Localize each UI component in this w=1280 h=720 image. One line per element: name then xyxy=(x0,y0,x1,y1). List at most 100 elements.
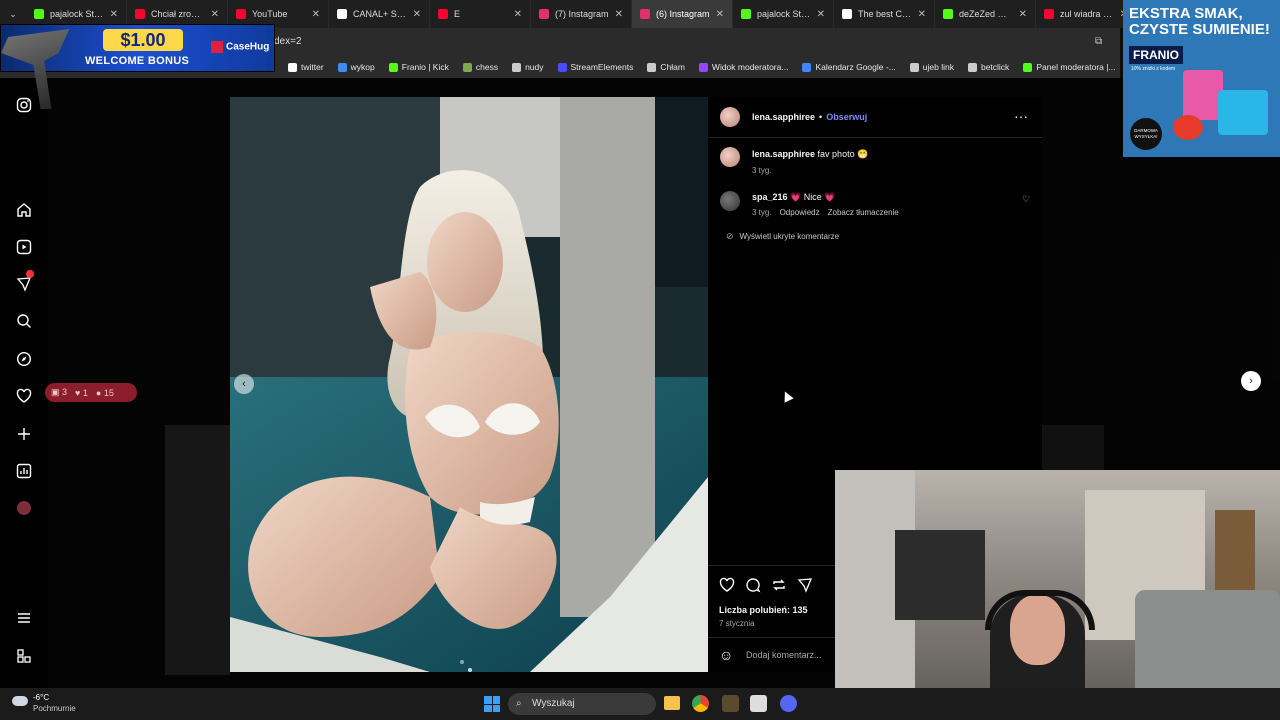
close-tab-icon[interactable]: ✕ xyxy=(615,9,623,20)
tab-4[interactable]: E ✕ xyxy=(430,0,531,28)
author-avatar[interactable] xyxy=(720,107,740,127)
reels-icon[interactable] xyxy=(16,239,32,255)
url-text[interactable]: dex=2 xyxy=(274,36,302,47)
divider xyxy=(708,137,1042,138)
messages-icon[interactable] xyxy=(16,270,34,292)
tab-7[interactable]: pajalock Stream ✕ xyxy=(733,0,834,28)
close-tab-icon[interactable]: ✕ xyxy=(1019,9,1027,20)
youtube-icon xyxy=(236,9,246,19)
share-icon[interactable] xyxy=(797,577,813,593)
tab-8[interactable]: The best Chat ✕ xyxy=(834,0,935,28)
like-icon[interactable] xyxy=(719,577,735,593)
bookmark-3[interactable]: chess xyxy=(462,62,498,72)
globe-icon xyxy=(647,62,657,72)
ad-brand: FRANIO xyxy=(1129,46,1183,64)
folder-icon xyxy=(512,62,522,72)
hidden-comments-link[interactable]: Wyświetl ukryte komentarze xyxy=(740,232,840,241)
tab-6[interactable]: (6) Instagram ✕ xyxy=(632,0,733,28)
likes-count-label[interactable]: Liczba polubień: 135 xyxy=(719,605,808,615)
tab-5[interactable]: (7) Instagram ✕ xyxy=(531,0,632,28)
comment-like-icon[interactable]: ♡ xyxy=(1022,194,1030,205)
caption-username[interactable]: lena.sapphiree xyxy=(752,149,815,159)
home-icon[interactable] xyxy=(16,202,32,218)
app-icon[interactable] xyxy=(722,695,739,712)
comment-icon[interactable] xyxy=(745,577,761,593)
tab-9[interactable]: deZeZed w ser ✕ xyxy=(935,0,1036,28)
bookmark-2[interactable]: Franio | Kick xyxy=(388,62,449,72)
bookmark-6[interactable]: Chłam xyxy=(647,62,685,72)
windows-start-icon[interactable] xyxy=(484,696,500,712)
kick-icon xyxy=(388,62,398,72)
threads-icon[interactable] xyxy=(16,648,32,664)
bookmark-11[interactable]: Panel moderatora |... xyxy=(1023,62,1116,72)
bookmark-0[interactable]: twitter xyxy=(288,62,324,72)
x-icon xyxy=(337,9,347,19)
globe-icon xyxy=(967,62,977,72)
bookmark-label: StreamElements xyxy=(570,62,634,72)
follow-button[interactable]: Obserwuj xyxy=(826,112,867,122)
product-tub xyxy=(1218,90,1268,135)
close-tab-icon[interactable]: ✕ xyxy=(110,9,118,20)
discord-icon[interactable] xyxy=(780,695,797,712)
file-explorer-icon[interactable] xyxy=(664,696,680,710)
bookmark-4[interactable]: nudy xyxy=(512,62,544,72)
close-tab-icon[interactable]: ✕ xyxy=(918,9,926,20)
close-tab-icon[interactable]: ✕ xyxy=(413,9,421,20)
explore-icon[interactable] xyxy=(16,351,32,367)
app-icon-2[interactable] xyxy=(750,695,767,712)
streamer-webcam xyxy=(835,470,1280,720)
chrome-icon[interactable] xyxy=(692,695,709,712)
close-tab-icon[interactable]: ✕ xyxy=(514,9,522,20)
tab-3[interactable]: CANAL+ SPOR ✕ xyxy=(329,0,430,28)
more-menu-icon[interactable] xyxy=(16,610,32,626)
tab-10[interactable]: zul wiadra - Yo✕ xyxy=(1036,0,1137,28)
bookmark-5[interactable]: StreamElements xyxy=(557,62,634,72)
hidden-comments-row[interactable]: ⊘ Wyświetl ukryte komentarze xyxy=(726,231,839,242)
post-image[interactable]: ‹ xyxy=(230,97,708,672)
tab-label: YouTube xyxy=(252,9,288,19)
bookmark-label: Kalendarz Google -... xyxy=(815,62,896,72)
headset xyxy=(985,590,1095,630)
previous-image-button[interactable]: ‹ xyxy=(234,374,254,394)
casehug-ad-banner[interactable]: $1.00 WELCOME BONUS CaseHug xyxy=(0,24,275,109)
instagram-icon[interactable] xyxy=(16,97,32,113)
stream-stats-pill: ▣ 3 ♥ 1 ● 15 xyxy=(45,383,137,402)
close-tab-icon[interactable]: ✕ xyxy=(312,9,320,20)
bookmark-8[interactable]: Kalendarz Google -... xyxy=(802,62,896,72)
bookmark-7[interactable]: Widok moderatora... xyxy=(698,62,788,72)
bookmark-9[interactable]: ujeb link xyxy=(909,62,954,72)
comment-username[interactable]: spa_216 xyxy=(752,192,788,202)
add-comment-input[interactable]: Dodaj komentarz... xyxy=(746,650,822,660)
dashboard-icon[interactable] xyxy=(16,463,32,479)
tab-label: The best Chat xyxy=(858,9,912,19)
close-tab-icon[interactable]: ✕ xyxy=(716,9,724,20)
bookmark-10[interactable]: betclick xyxy=(967,62,1009,72)
reply-button[interactable]: Odpowiedz xyxy=(780,208,820,217)
wykop-icon xyxy=(337,62,347,72)
comment-avatar[interactable] xyxy=(720,191,740,211)
bookmark-1[interactable]: wykop xyxy=(337,62,375,72)
see-translation-button[interactable]: Zobacz tłumaczenie xyxy=(828,208,899,217)
profile-avatar[interactable] xyxy=(16,500,32,516)
notifications-heart-icon[interactable] xyxy=(16,388,32,404)
close-tab-icon[interactable]: ✕ xyxy=(211,9,219,20)
cast-icon[interactable]: ⧉ xyxy=(1095,36,1102,47)
search-icon[interactable] xyxy=(16,313,32,329)
repost-icon[interactable] xyxy=(771,577,787,593)
emoji-icon[interactable]: ☺ xyxy=(719,647,733,663)
create-icon[interactable] xyxy=(16,426,32,442)
tab-label: deZeZed w ser xyxy=(959,9,1013,19)
more-options-icon[interactable]: ··· xyxy=(1014,108,1028,124)
instagram-sidebar xyxy=(0,78,48,688)
author-username[interactable]: lena.sapphiree xyxy=(752,112,815,122)
calendar-icon xyxy=(802,62,812,72)
mirror xyxy=(1215,510,1255,590)
caption-avatar[interactable] xyxy=(720,147,740,167)
taskbar-search[interactable]: ⌕ Wyszukaj xyxy=(508,693,656,715)
close-tab-icon[interactable]: ✕ xyxy=(817,9,825,20)
next-image-button[interactable]: › xyxy=(1241,371,1261,391)
kick-icon xyxy=(943,9,953,19)
franio-ad[interactable]: EKSTRA SMAK, CZYSTE SUMIENIE! FRANIO 10%… xyxy=(1123,0,1280,157)
chair-back xyxy=(895,530,985,620)
kick-icon xyxy=(741,9,751,19)
